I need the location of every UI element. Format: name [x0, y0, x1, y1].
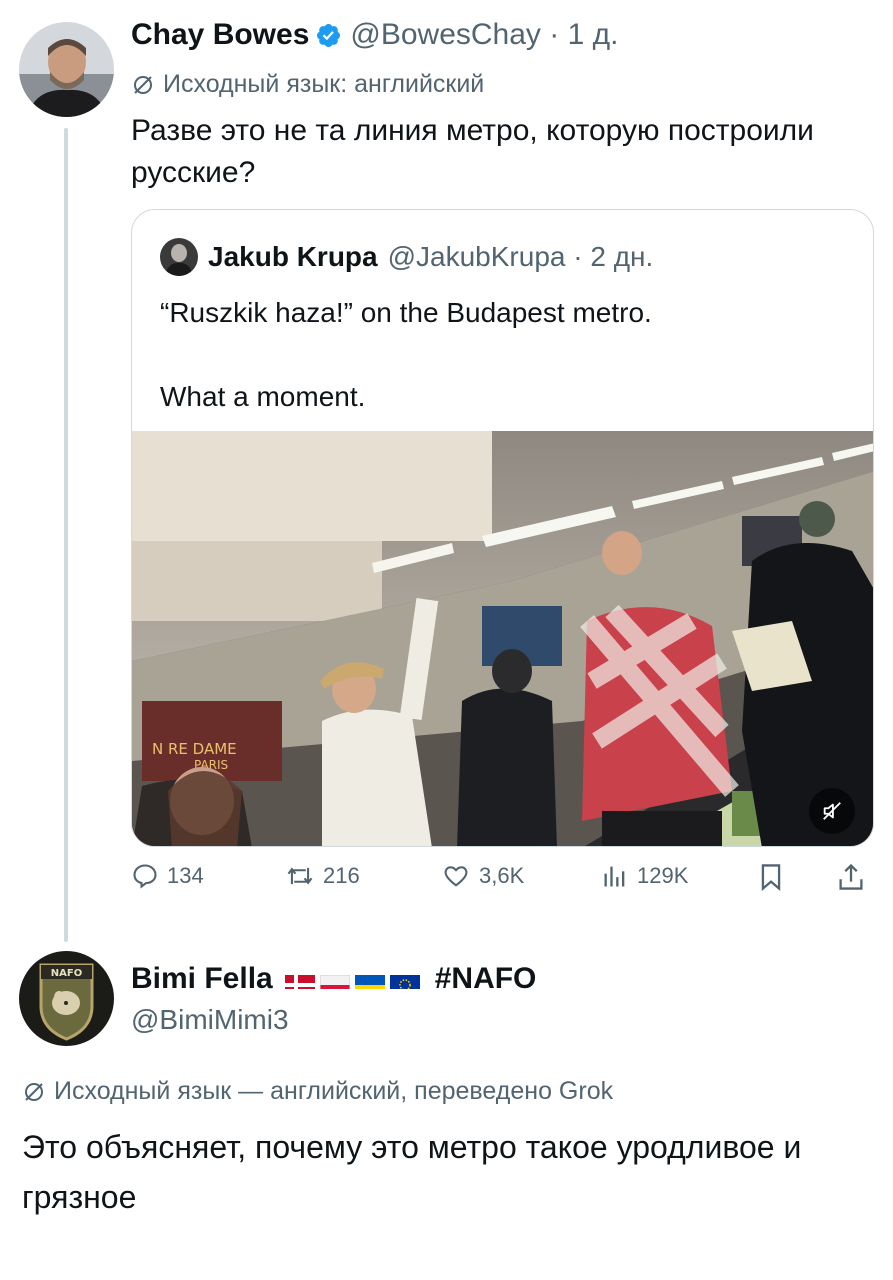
avatar-chay-bowes[interactable] [19, 22, 114, 117]
verified-icon [315, 22, 342, 49]
translation-note[interactable]: Исходный язык: английский [131, 70, 484, 99]
repost-count: 216 [323, 863, 360, 888]
quote-text: “Ruszkik haza!” on the Budapest metro. W… [160, 297, 652, 412]
author-name[interactable]: Bimi Fella [131, 962, 273, 996]
author-handle[interactable]: @BimiMimi3 [131, 1004, 289, 1036]
author-handle[interactable]: @BowesChay [350, 18, 541, 52]
mute-icon [823, 802, 841, 820]
avatar-bimi-fella[interactable]: NAFO [19, 951, 114, 1046]
quote-header: Jakub Krupa @JakubKrupa · 2 дн. [160, 238, 653, 276]
share-button[interactable] [837, 862, 865, 892]
translation-note[interactable]: Исходный язык — английский, переведено G… [22, 1077, 613, 1106]
dot-separator: · [565, 241, 591, 272]
dot-separator: · [540, 18, 568, 51]
translation-note-text: Исходный язык: английский [163, 70, 485, 98]
view-count: 129K [637, 863, 689, 888]
repost-icon [287, 867, 313, 885]
poster-text-1: N RE DAME [152, 740, 237, 758]
views-button[interactable]: 129K [601, 862, 688, 890]
hashtag-nafo[interactable]: #NAFO [435, 962, 537, 996]
tweet-header: Bimi Fella #NAFO [131, 962, 536, 996]
tweet-header: Chay Bowes @BowesChay · 1 д. [131, 18, 618, 52]
action-bar: 134 216 3,6K 129K [131, 862, 871, 902]
translate-icon [134, 75, 152, 94]
views-icon [604, 866, 625, 887]
flag-eu-icon [389, 969, 420, 989]
like-icon [444, 866, 468, 887]
mute-button[interactable] [809, 788, 855, 834]
thread-connector [64, 128, 68, 942]
tweet-time[interactable]: 1 д. [568, 18, 619, 52]
reply-icon [133, 864, 157, 889]
translate-icon [25, 1082, 43, 1101]
flag-poland-icon [319, 969, 350, 989]
quote-author-name[interactable]: Jakub Krupa [208, 241, 378, 273]
avatar-jakub-krupa[interactable] [160, 238, 198, 276]
bookmark-icon [761, 864, 781, 892]
badge-text: NAFO [51, 968, 82, 979]
quoted-tweet[interactable]: Jakub Krupa @JakubKrupa · 2 дн. “Ruszkik… [131, 209, 874, 847]
flag-denmark-icon [284, 969, 315, 989]
bookmark-button[interactable] [758, 862, 784, 892]
share-icon [839, 863, 863, 890]
tweet-text: Разве это не та линия метро, которую пос… [131, 114, 814, 189]
author-name[interactable]: Chay Bowes [131, 18, 309, 52]
video-frame: N RE DAME PARIS [132, 431, 873, 846]
tweet-text: Это объясняет, почему это метро такое ур… [22, 1129, 802, 1215]
like-button[interactable]: 3,6K [441, 862, 524, 890]
like-count: 3,6K [479, 863, 525, 888]
reply-count: 134 [167, 863, 204, 888]
repost-button[interactable]: 216 [285, 862, 360, 890]
quote-author-handle[interactable]: @JakubKrupa [388, 241, 566, 273]
translation-note-text: Исходный язык — английский, переведено G… [54, 1077, 614, 1105]
flag-ukraine-icon [354, 969, 385, 989]
reply-button[interactable]: 134 [131, 862, 204, 890]
quote-time[interactable]: 2 дн. [590, 241, 653, 273]
video-player[interactable]: N RE DAME PARIS [132, 431, 873, 846]
